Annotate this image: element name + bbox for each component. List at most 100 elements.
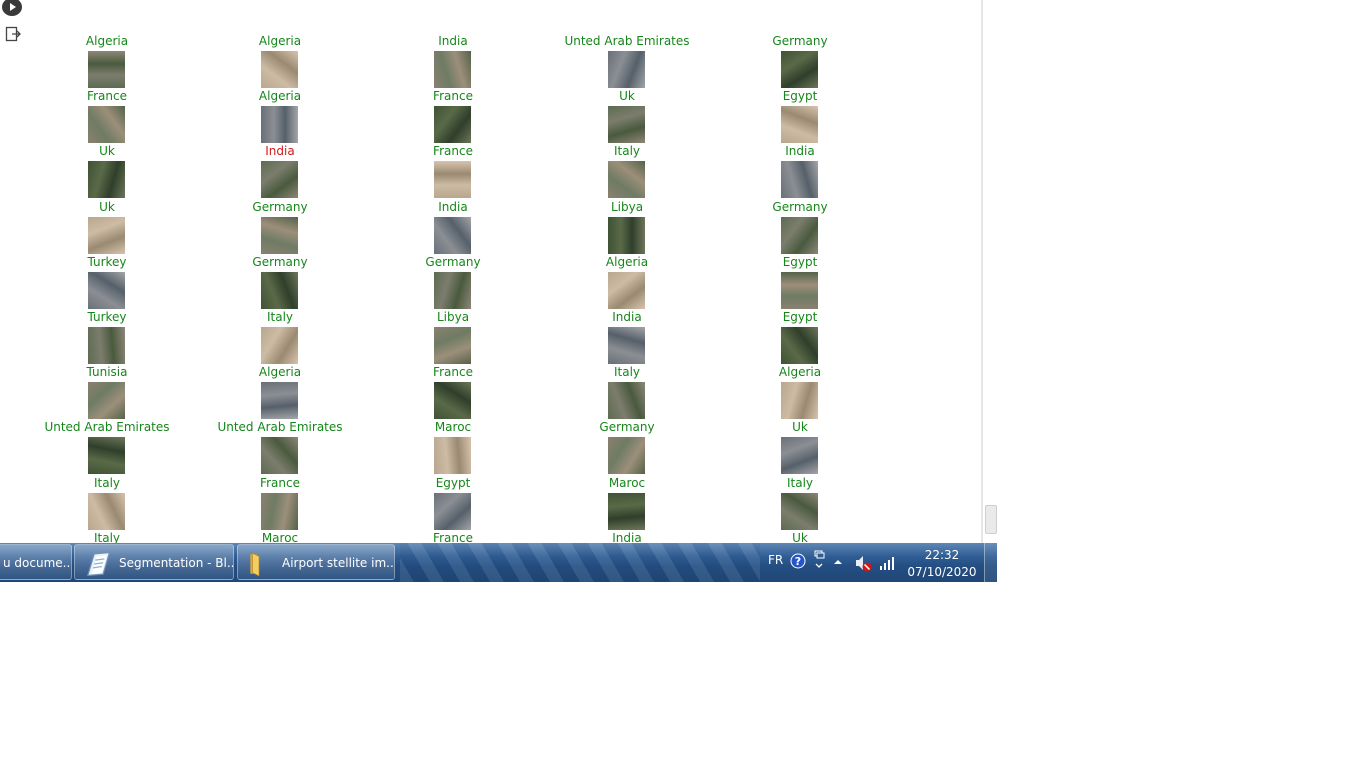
network-signal-icon[interactable] <box>878 555 896 571</box>
prediction-cell: Italy <box>547 144 707 199</box>
prediction-label: India <box>265 144 295 158</box>
taskbar-button-segmentation[interactable]: Segmentation - Bl... <box>74 544 234 580</box>
prediction-label: France <box>433 365 473 379</box>
windows-taskbar: u docume... Segmentation - Bl... Airport… <box>0 543 997 582</box>
prediction-cell: Libya <box>373 310 533 365</box>
prediction-cell: France <box>373 365 533 420</box>
prediction-label: Italy <box>613 365 641 379</box>
prediction-label: Uk <box>792 420 808 434</box>
prediction-label: Italy <box>266 310 294 324</box>
prediction-label: Egypt <box>782 89 818 103</box>
satellite-image-thumbnail <box>261 382 298 419</box>
satellite-image-thumbnail <box>88 51 125 88</box>
satellite-image-thumbnail <box>88 217 125 254</box>
prediction-label: Germany <box>252 200 308 214</box>
prediction-label: Uk <box>792 531 808 543</box>
show-hidden-icons-icon[interactable] <box>832 557 844 567</box>
prediction-cell: Italy <box>720 476 880 531</box>
notebook-output-area: Algeria France Uk Uk Turkey Turkey Tunisia Unte… <box>0 0 982 543</box>
prediction-cell: Algeria <box>200 365 360 420</box>
clock-time[interactable]: 22:32 <box>912 548 972 562</box>
satellite-image-thumbnail <box>608 437 645 474</box>
satellite-image-thumbnail <box>608 382 645 419</box>
prediction-cell: Italy <box>27 531 187 543</box>
prediction-cell: India <box>547 531 707 543</box>
prediction-cell: Italy <box>27 476 187 531</box>
satellite-image-thumbnail <box>434 217 471 254</box>
satellite-image-thumbnail <box>781 327 818 364</box>
satellite-image-thumbnail <box>781 217 818 254</box>
prediction-label: Algeria <box>85 34 129 48</box>
satellite-image-thumbnail <box>781 437 818 474</box>
prediction-cell: India <box>373 34 533 89</box>
satellite-image-thumbnail <box>781 272 818 309</box>
scrollbar-thumb[interactable] <box>985 505 997 534</box>
prediction-label: Turkey <box>87 255 127 269</box>
output-toggle-icon[interactable] <box>5 26 21 42</box>
prediction-label: Italy <box>613 144 641 158</box>
svg-text:?: ? <box>795 555 801 568</box>
prediction-label: India <box>612 531 642 543</box>
prediction-cell: India <box>720 144 880 199</box>
prediction-cell: India <box>200 144 360 199</box>
satellite-image-thumbnail <box>434 272 471 309</box>
satellite-image-thumbnail <box>88 327 125 364</box>
prediction-label: India <box>612 310 642 324</box>
prediction-label: Algeria <box>605 255 649 269</box>
prediction-label: Unted Arab Emirates <box>217 420 343 434</box>
prediction-label: France <box>433 89 473 103</box>
taskbar-button-airport-folder[interactable]: Airport stellite im... <box>237 544 395 580</box>
satellite-image-thumbnail <box>434 327 471 364</box>
help-icon[interactable]: ? <box>790 553 806 569</box>
volume-muted-icon[interactable] <box>854 554 872 572</box>
satellite-image-thumbnail <box>261 272 298 309</box>
run-cell-icon[interactable] <box>2 0 22 16</box>
folder-icon <box>250 552 260 577</box>
prediction-label: Libya <box>436 310 470 324</box>
prediction-label: Italy <box>93 531 121 543</box>
language-bar-options-icon[interactable] <box>813 549 825 575</box>
satellite-image-thumbnail <box>434 161 471 198</box>
prediction-cell: Italy <box>547 365 707 420</box>
prediction-cell: France <box>27 89 187 144</box>
satellite-image-thumbnail <box>781 161 818 198</box>
prediction-label: Germany <box>599 420 655 434</box>
taskbar-button-document[interactable]: u docume... <box>0 544 72 580</box>
prediction-label: Egypt <box>435 476 471 490</box>
prediction-cell: Uk <box>547 89 707 144</box>
clock-date[interactable]: 07/10/2020 <box>906 565 978 579</box>
satellite-image-thumbnail <box>434 51 471 88</box>
prediction-cell: France <box>373 531 533 543</box>
prediction-label: Algeria <box>778 365 822 379</box>
prediction-cell: India <box>373 200 533 255</box>
prediction-cell: Unted Arab Emirates <box>200 420 360 475</box>
language-indicator[interactable]: FR <box>768 553 783 567</box>
prediction-label: Libya <box>610 200 644 214</box>
vertical-scrollbar[interactable] <box>983 0 997 543</box>
satellite-image-thumbnail <box>434 106 471 143</box>
prediction-label: France <box>433 531 473 543</box>
prediction-label: Uk <box>619 89 635 103</box>
satellite-image-thumbnail <box>88 437 125 474</box>
prediction-cell: France <box>373 89 533 144</box>
prediction-cell: India <box>547 310 707 365</box>
satellite-image-thumbnail <box>608 51 645 88</box>
prediction-cell: Turkey <box>27 255 187 310</box>
satellite-image-thumbnail <box>434 493 471 530</box>
satellite-image-thumbnail <box>261 161 298 198</box>
prediction-label: France <box>433 144 473 158</box>
satellite-image-thumbnail <box>88 161 125 198</box>
satellite-image-thumbnail <box>261 327 298 364</box>
prediction-cell: Unted Arab Emirates <box>27 420 187 475</box>
satellite-image-thumbnail <box>781 106 818 143</box>
taskbar-button-label: Segmentation - Bl... <box>119 556 234 570</box>
show-desktop-button[interactable] <box>984 543 997 582</box>
prediction-cell: Libya <box>547 200 707 255</box>
satellite-image-thumbnail <box>88 493 125 530</box>
satellite-image-thumbnail <box>434 437 471 474</box>
prediction-cell: Algeria <box>547 255 707 310</box>
prediction-cell: France <box>200 476 360 531</box>
prediction-label: Egypt <box>782 310 818 324</box>
prediction-cell: Italy <box>200 310 360 365</box>
prediction-label: Germany <box>772 200 828 214</box>
